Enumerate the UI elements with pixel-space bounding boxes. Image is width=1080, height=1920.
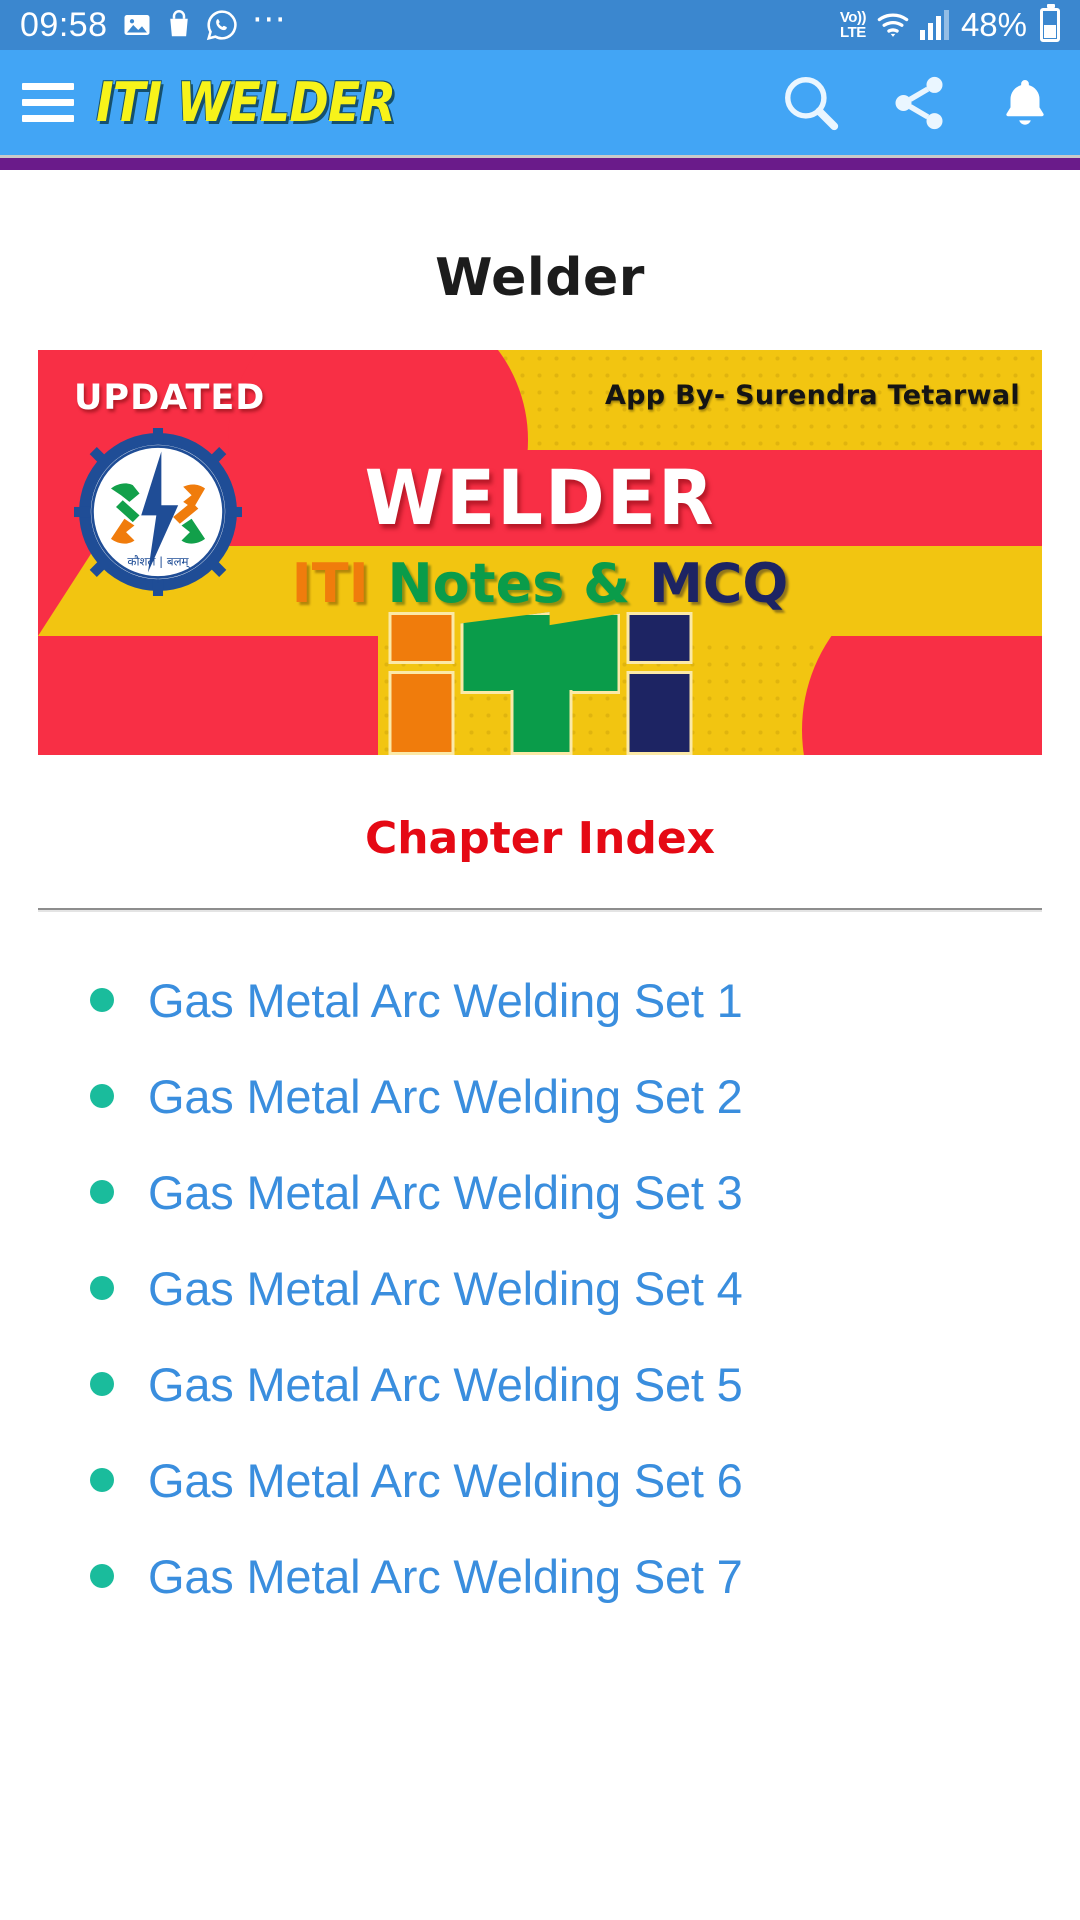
status-bar: 09:58 ⋯ Vo)) LTE 48%	[0, 0, 1080, 50]
bullet-icon	[90, 1180, 114, 1204]
bullet-icon	[90, 1276, 114, 1300]
svg-text:कौशल | बलम्: कौशल | बलम्	[127, 555, 190, 569]
page-title: Welder	[435, 248, 645, 308]
search-icon[interactable]	[780, 72, 842, 134]
app-title: ITI WELDER	[96, 71, 396, 134]
bullet-icon	[90, 1468, 114, 1492]
battery-percent-label: 48%	[960, 6, 1027, 43]
whatsapp-icon	[206, 9, 238, 41]
more-dots-icon: ⋯	[251, 0, 288, 38]
list-item[interactable]: Gas Metal Arc Welding Set 1	[0, 952, 1080, 1048]
share-icon[interactable]	[888, 72, 950, 134]
chapter-index-heading: Chapter Index	[364, 813, 716, 864]
photo-icon	[122, 10, 152, 40]
signal-icon	[919, 10, 949, 40]
app-bar: ITI WELDER	[0, 50, 1080, 155]
hamburger-menu-icon[interactable]	[22, 83, 74, 122]
bullet-icon	[90, 1372, 114, 1396]
chapter-link[interactable]: Gas Metal Arc Welding Set 7	[148, 1549, 743, 1604]
content-area: Welder UPDATED App By- Surendra Tetarwal	[0, 170, 1080, 1624]
chapter-link[interactable]: Gas Metal Arc Welding Set 4	[148, 1261, 743, 1316]
bullet-icon	[90, 988, 114, 1012]
status-bar-left: 09:58 ⋯	[20, 0, 840, 45]
bag-icon	[166, 10, 192, 40]
chapter-link[interactable]: Gas Metal Arc Welding Set 6	[148, 1453, 743, 1508]
chapter-link[interactable]: Gas Metal Arc Welding Set 2	[148, 1069, 743, 1124]
bullet-icon	[90, 1084, 114, 1108]
list-item[interactable]: Gas Metal Arc Welding Set 3	[0, 1144, 1080, 1240]
banner-subtitle-iti: ITI	[291, 552, 369, 615]
iti-logo-left-blocks	[388, 612, 454, 755]
iti-logo-t-shape	[460, 612, 620, 755]
list-item[interactable]: Gas Metal Arc Welding Set 6	[0, 1432, 1080, 1528]
chapter-list: Gas Metal Arc Welding Set 1 Gas Metal Ar…	[0, 912, 1080, 1624]
volte-icon: Vo)) LTE	[839, 9, 867, 41]
list-item[interactable]: Gas Metal Arc Welding Set 7	[0, 1528, 1080, 1624]
banner-subtitle-mcq: MCQ	[649, 552, 789, 615]
wifi-icon	[876, 10, 910, 40]
purple-divider	[0, 158, 1080, 170]
bullet-icon	[90, 1564, 114, 1588]
banner-updated-badge: UPDATED	[74, 378, 266, 418]
list-item[interactable]: Gas Metal Arc Welding Set 4	[0, 1240, 1080, 1336]
list-item[interactable]: Gas Metal Arc Welding Set 5	[0, 1336, 1080, 1432]
chapter-link[interactable]: Gas Metal Arc Welding Set 1	[148, 973, 743, 1028]
battery-icon	[1040, 4, 1060, 42]
banner-credit-text: App By- Surendra Tetarwal	[604, 380, 1020, 411]
course-banner: UPDATED App By- Surendra Tetarwal कौशल |…	[38, 350, 1042, 755]
status-bar-right: Vo)) LTE 48%	[839, 4, 1060, 44]
status-time: 09:58	[20, 5, 108, 44]
banner-subtitle-notes: Notes &	[387, 552, 631, 615]
list-item[interactable]: Gas Metal Arc Welding Set 2	[0, 1048, 1080, 1144]
skill-india-gear-emblem: कौशल | बलम्	[74, 428, 242, 596]
iti-logo-blocks	[353, 607, 728, 755]
chapter-link[interactable]: Gas Metal Arc Welding Set 5	[148, 1357, 743, 1412]
iti-logo-right-blocks	[626, 612, 692, 755]
app-bar-actions	[780, 72, 1054, 134]
notification-bell-icon[interactable]	[996, 74, 1054, 132]
chapter-link[interactable]: Gas Metal Arc Welding Set 3	[148, 1165, 743, 1220]
